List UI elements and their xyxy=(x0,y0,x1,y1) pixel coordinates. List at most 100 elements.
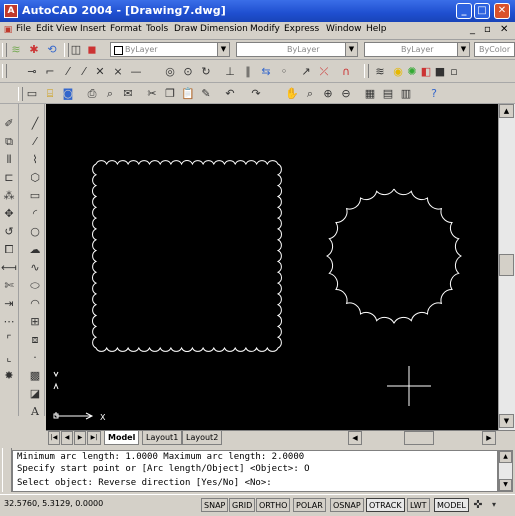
menu-view[interactable]: View xyxy=(56,24,77,34)
polar-toggle[interactable]: POLAR xyxy=(293,498,326,512)
undo-icon[interactable]: ↶ xyxy=(222,86,238,102)
zoom-previous-icon[interactable]: ⊖ xyxy=(338,86,354,102)
toolbar-grip[interactable] xyxy=(364,64,369,78)
trim-icon[interactable]: ✄ xyxy=(1,278,17,294)
menu-modify[interactable]: Modify xyxy=(250,24,280,34)
offset-icon[interactable]: ⊏ xyxy=(1,170,17,186)
tab-last-button[interactable]: ▶| xyxy=(87,431,101,445)
osnap-settings-icon[interactable]: ∩ xyxy=(338,64,354,80)
insertion-icon[interactable]: ⇆ xyxy=(258,64,274,80)
help-icon[interactable]: ? xyxy=(426,86,442,102)
break-icon[interactable]: ⋯ xyxy=(1,314,17,330)
menu-express[interactable]: Express xyxy=(284,24,319,34)
autocad-app-icon[interactable]: A xyxy=(4,4,18,18)
snap-none-icon[interactable]: ⤫ xyxy=(316,64,332,80)
drawing-area[interactable]: X xyxy=(46,104,498,430)
lwt-toggle[interactable]: LWT xyxy=(407,498,430,512)
chevron-down-icon[interactable]: ▼ xyxy=(345,43,357,56)
polyline-icon[interactable]: ⌇ xyxy=(27,152,43,168)
ortho-toggle[interactable]: ORTHO xyxy=(256,498,291,512)
scale-icon[interactable]: ⧠ xyxy=(1,242,17,258)
document-icon[interactable]: ▣ xyxy=(2,22,14,36)
line-icon[interactable]: ╱ xyxy=(27,116,43,132)
model-toggle[interactable]: MODEL xyxy=(434,498,469,512)
pan-icon[interactable]: ✋ xyxy=(284,86,300,102)
scroll-up-button[interactable]: ▲ xyxy=(499,104,514,118)
menu-window[interactable]: Window xyxy=(326,24,362,34)
snap-center-icon[interactable]: ⊙ xyxy=(180,64,196,80)
command-window[interactable]: Minimum arc length: 1.0000 Maximum arc l… xyxy=(12,450,498,492)
ellipse-icon[interactable]: ⬭ xyxy=(27,278,43,294)
tab-prev-button[interactable]: ◀ xyxy=(61,431,73,445)
radius-dim-icon[interactable]: ⁄ xyxy=(76,64,92,80)
doc-restore-button[interactable]: ▫ xyxy=(484,24,491,35)
make-block-icon[interactable]: ⧈ xyxy=(27,332,43,348)
region-icon[interactable]: ◪ xyxy=(27,386,43,402)
layer-state-icon[interactable]: ◫ xyxy=(68,42,84,58)
tab-first-button[interactable]: |◀ xyxy=(48,431,60,445)
perpendicular-icon[interactable]: ⊥ xyxy=(222,64,238,80)
redo-icon[interactable]: ↷ xyxy=(248,86,264,102)
center-mark-icon[interactable]: ◎ xyxy=(162,64,178,80)
grid-toggle[interactable]: GRID xyxy=(229,498,256,512)
command-scrollbar[interactable]: ▲ ▼ xyxy=(498,450,513,492)
rectangle-icon[interactable]: ▭ xyxy=(27,188,43,204)
open-folder-icon[interactable]: ⌸ xyxy=(42,86,58,102)
copy-icon[interactable]: ❐ xyxy=(162,86,178,102)
extend-icon[interactable]: ⇥ xyxy=(1,296,17,312)
menu-draw[interactable]: Draw xyxy=(174,24,198,34)
command-prompt[interactable]: Select object: Reverse direction [Yes/No… xyxy=(17,478,272,489)
mirror-icon[interactable]: ⫴ xyxy=(1,152,17,168)
doc-close-button[interactable]: ✕ xyxy=(500,24,508,35)
explode-icon[interactable]: ✸ xyxy=(1,368,17,384)
layer-previous-icon[interactable]: ⟲ xyxy=(44,42,60,58)
toolbar-grip[interactable] xyxy=(2,43,7,57)
designcenter-icon[interactable]: ▤ xyxy=(380,86,396,102)
paste-icon[interactable]: 📋 xyxy=(180,86,196,102)
maximize-button[interactable]: □ xyxy=(474,3,490,19)
layer-color-icon[interactable]: ◼ xyxy=(84,42,100,58)
publish-icon[interactable]: ✉ xyxy=(120,86,136,102)
node-icon[interactable]: ◦ xyxy=(276,64,292,80)
stretch-icon[interactable]: ⟻ xyxy=(1,260,17,276)
fillet-icon[interactable]: ⌞ xyxy=(1,350,17,366)
move-icon[interactable]: ✥ xyxy=(1,206,17,222)
status-menu-icon[interactable]: ▾ xyxy=(486,497,502,513)
aligned-dim-icon[interactable]: ⌐ xyxy=(42,64,58,80)
cross-icon[interactable]: ✕ xyxy=(92,64,108,80)
snap-toggle[interactable]: SNAP xyxy=(201,498,229,512)
point-icon[interactable]: · xyxy=(27,350,43,366)
toolbar-grip[interactable] xyxy=(18,87,23,101)
command-window-grip[interactable] xyxy=(2,448,12,492)
menu-tools[interactable]: Tools xyxy=(146,24,168,34)
lineweight-combo[interactable]: ByLayer ▼ xyxy=(364,42,470,57)
layer-off-icon[interactable]: ▫ xyxy=(446,64,462,80)
ordinate-dim-icon[interactable]: ⁄ xyxy=(60,64,76,80)
polygon-icon[interactable]: ⬡ xyxy=(27,170,43,186)
make-object-layer-current-icon[interactable]: ✱ xyxy=(26,42,42,58)
copy-object-icon[interactable]: ⧉ xyxy=(1,134,17,150)
communication-center-icon[interactable]: ✜ xyxy=(470,497,486,513)
revision-cloud-rectangle[interactable] xyxy=(92,160,282,352)
horizontal-scroll-thumb[interactable] xyxy=(404,431,434,445)
multiline-text-icon[interactable]: A xyxy=(27,404,43,420)
linetype-combo[interactable]: ByLayer ▼ xyxy=(236,42,358,57)
properties-icon[interactable]: ▦ xyxy=(362,86,378,102)
vertical-scrollbar[interactable]: ▲ ▼ xyxy=(498,104,515,430)
plotstyle-combo[interactable]: ByColor xyxy=(474,42,515,57)
minimize-button[interactable]: _ xyxy=(456,3,472,19)
doc-minimize-button[interactable]: _ xyxy=(470,24,475,35)
spline-icon[interactable]: ∿ xyxy=(27,260,43,276)
revision-cloud-icon[interactable]: ☁ xyxy=(27,242,43,258)
toolbar-grip[interactable] xyxy=(2,64,7,78)
tool-palettes-icon[interactable]: ▥ xyxy=(398,86,414,102)
menu-dimension[interactable]: Dimension xyxy=(200,24,248,34)
insert-block-icon[interactable]: ⊞ xyxy=(27,314,43,330)
title-bar[interactable]: A AutoCAD 2004 - [Drawing7.dwg] _ □ ✕ xyxy=(0,0,515,22)
circle-icon[interactable]: ○ xyxy=(27,224,43,240)
otrack-toggle[interactable]: OTRACK xyxy=(366,498,405,512)
array-icon[interactable]: ⁂ xyxy=(1,188,17,204)
cut-icon[interactable]: ✂ xyxy=(144,86,160,102)
tab-layout1[interactable]: Layout1 xyxy=(142,431,183,445)
layer-icon[interactable]: ≋ xyxy=(372,64,388,80)
